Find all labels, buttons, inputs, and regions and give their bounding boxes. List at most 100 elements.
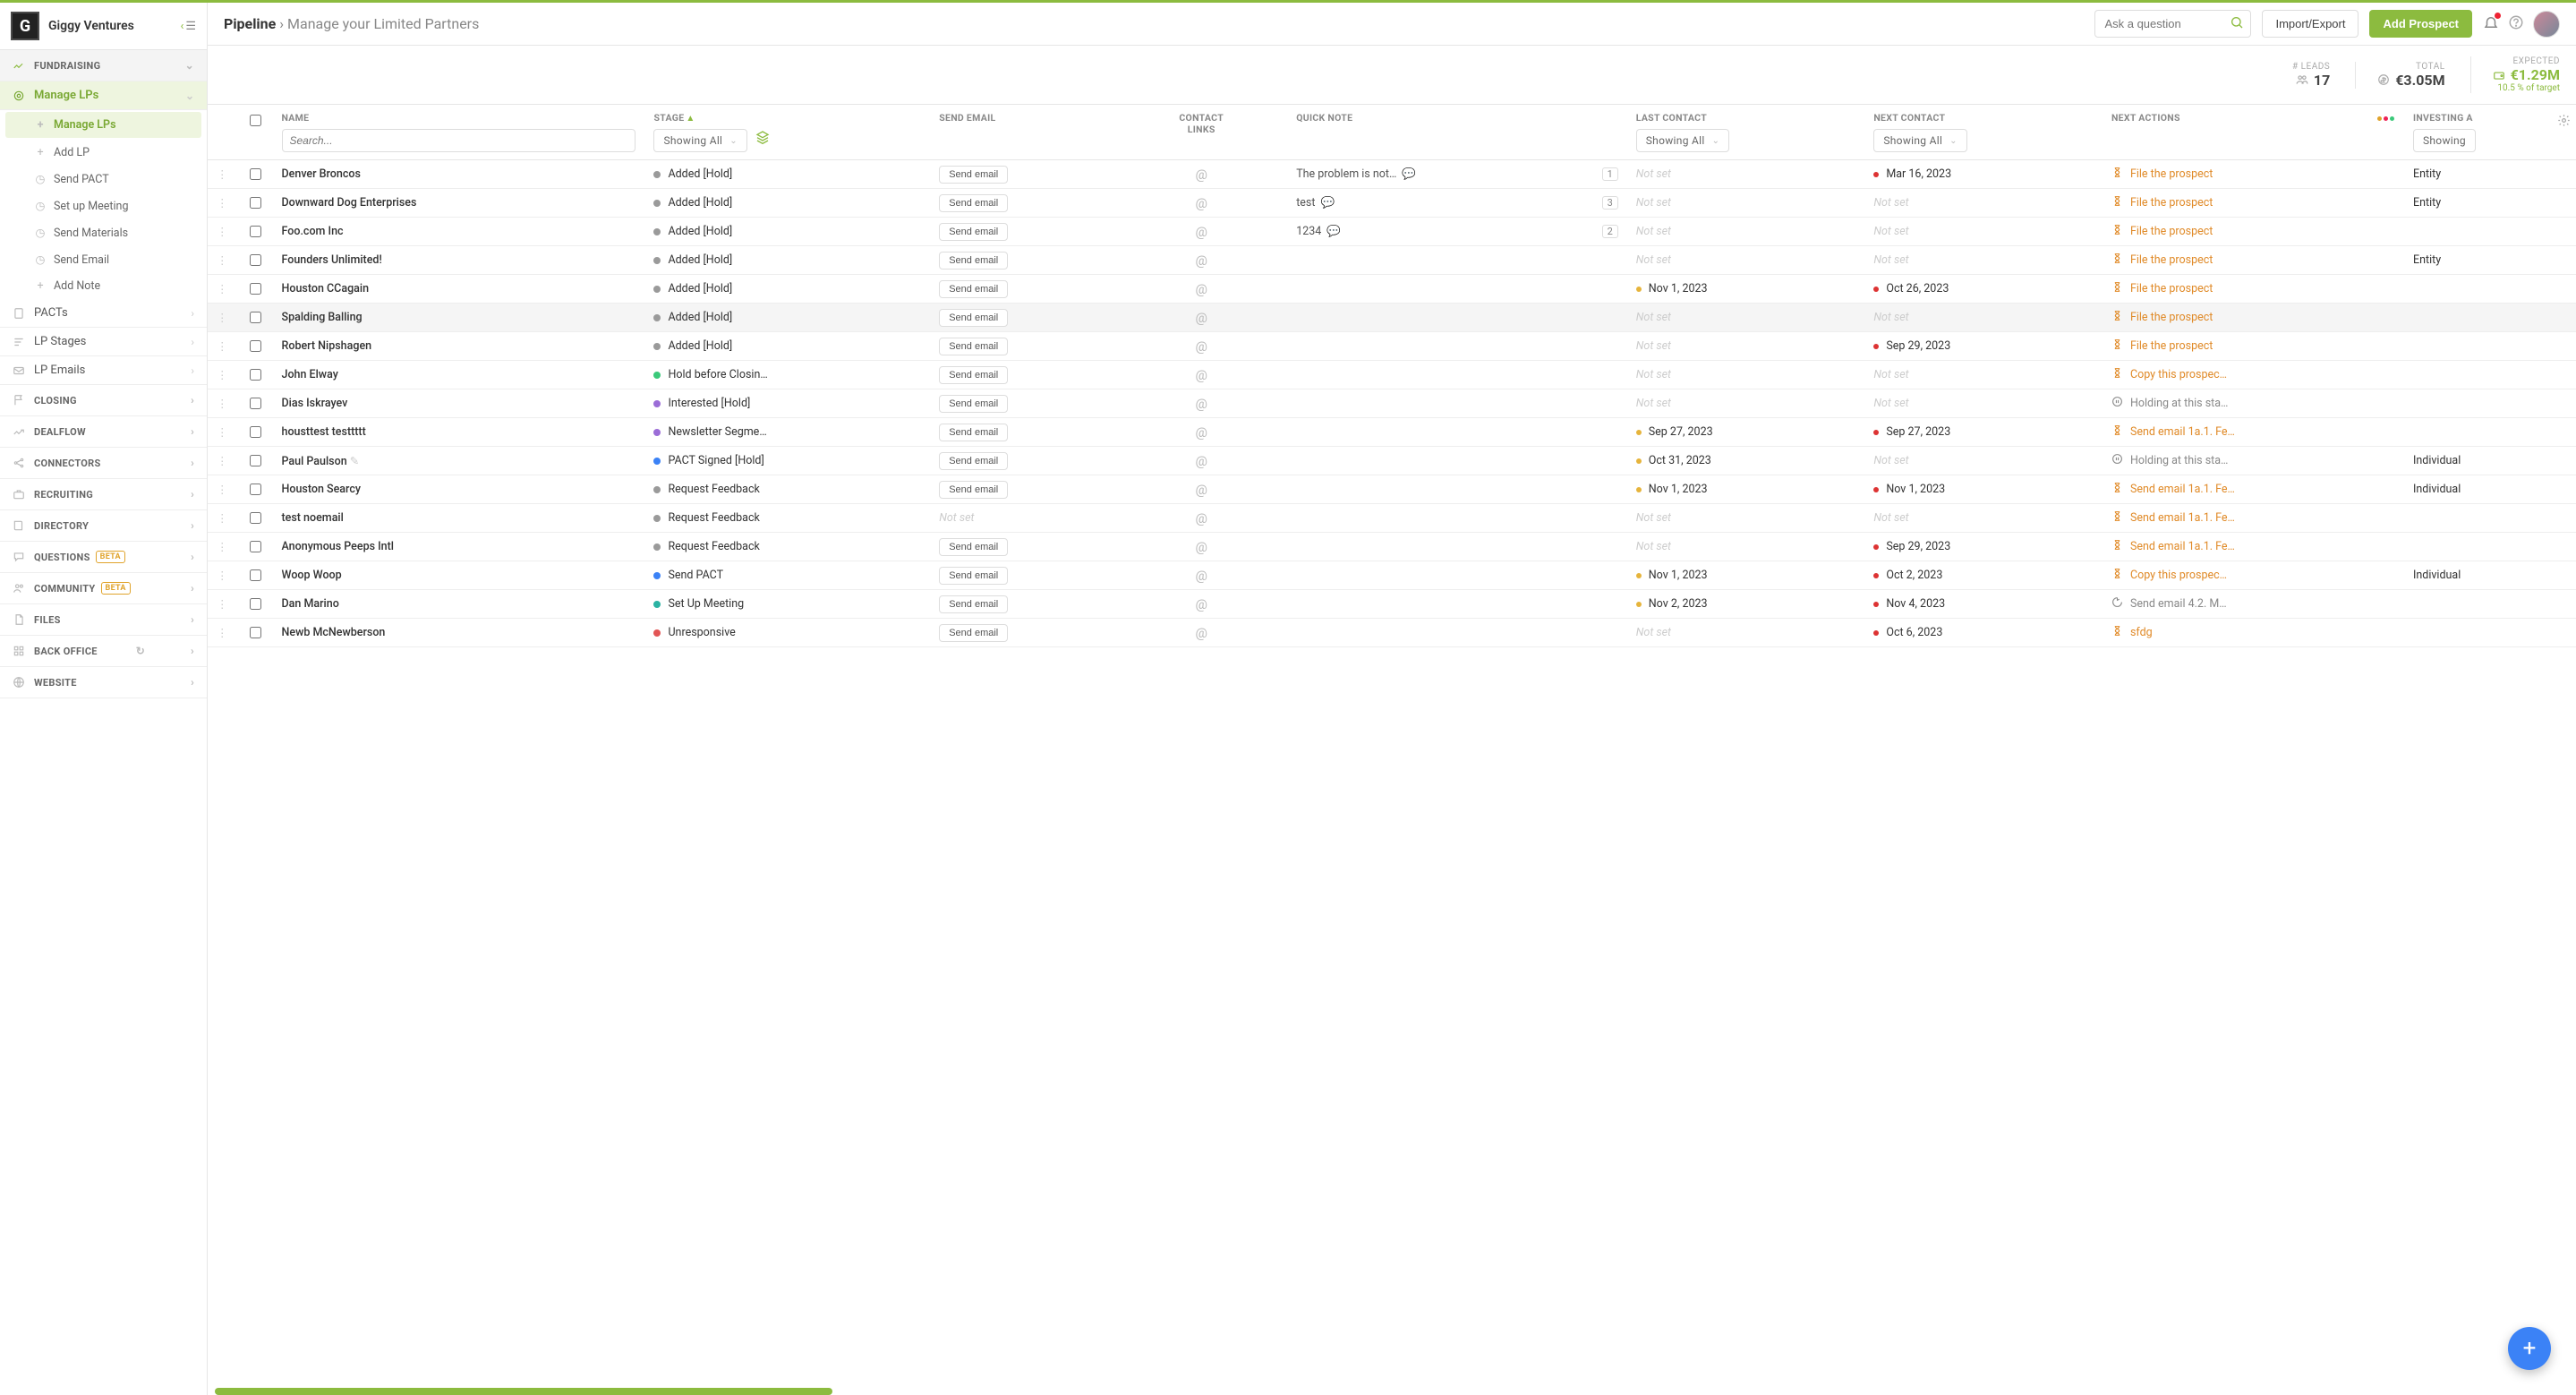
- col-last-contact[interactable]: LAST CONTACT Showing All⌄: [1627, 105, 1865, 160]
- table-row[interactable]: ⋮test noemailRequest FeedbackNot set@Not…: [208, 504, 2576, 533]
- contact-link[interactable]: @: [1115, 275, 1287, 304]
- table-row[interactable]: ⋮Newb McNewbersonUnresponsiveSend email@…: [208, 619, 2576, 647]
- nav-section-recruiting[interactable]: RECRUITING›: [0, 479, 207, 510]
- fab-add-button[interactable]: +: [2508, 1327, 2551, 1370]
- import-export-button[interactable]: Import/Export: [2262, 10, 2358, 38]
- row-checkbox[interactable]: [250, 168, 261, 180]
- next-contact[interactable]: Sep 29, 2023: [1873, 339, 2094, 353]
- last-contact[interactable]: Nov 1, 2023: [1636, 483, 1856, 496]
- breadcrumb-root[interactable]: Pipeline: [224, 15, 276, 32]
- nav-sub-add-note[interactable]: +Add Note: [0, 273, 207, 299]
- row-name[interactable]: housttest testtttt: [282, 425, 366, 439]
- row-name[interactable]: Woop Woop: [282, 569, 342, 582]
- next-action[interactable]: File the prospect: [2111, 338, 2395, 354]
- row-name[interactable]: Denver Broncos: [282, 167, 361, 181]
- contact-link[interactable]: @: [1115, 533, 1287, 561]
- last-contact[interactable]: Nov 2, 2023: [1636, 597, 1856, 611]
- drag-handle[interactable]: ⋮: [208, 561, 237, 590]
- next-contact[interactable]: Oct 6, 2023: [1873, 626, 2094, 639]
- send-email-button[interactable]: Send email: [939, 452, 1008, 470]
- quick-note[interactable]: test💬3: [1296, 196, 1618, 210]
- contact-link[interactable]: @: [1115, 218, 1287, 246]
- send-email-button[interactable]: Send email: [939, 481, 1008, 499]
- row-stage[interactable]: Added [Hold]: [653, 196, 921, 210]
- contact-link[interactable]: @: [1115, 246, 1287, 275]
- horizontal-scrollbar[interactable]: [215, 1388, 832, 1395]
- nav-section-website[interactable]: WEBSITE›: [0, 667, 207, 698]
- row-name[interactable]: Dan Marino: [282, 597, 339, 611]
- row-stage[interactable]: Newsletter Segme…: [653, 425, 921, 439]
- row-checkbox[interactable]: [250, 197, 261, 209]
- contact-link[interactable]: @: [1115, 590, 1287, 619]
- next-contact[interactable]: Sep 27, 2023: [1873, 425, 2094, 439]
- col-name[interactable]: NAME: [273, 105, 645, 160]
- next-action[interactable]: Holding at this sta…: [2111, 396, 2395, 411]
- select-all-checkbox[interactable]: [250, 115, 261, 126]
- nav-sub-add-lp[interactable]: +Add LP: [0, 140, 207, 166]
- row-checkbox[interactable]: [250, 512, 261, 524]
- row-name[interactable]: Newb McNewberson: [282, 626, 386, 639]
- nav-section-dealflow[interactable]: DEALFLOW›: [0, 416, 207, 448]
- next-action[interactable]: Send email 1a.1. Fe…: [2111, 510, 2395, 526]
- row-stage[interactable]: Added [Hold]: [653, 167, 921, 181]
- contact-link[interactable]: @: [1115, 619, 1287, 647]
- nav-sub-manage-lps[interactable]: +Manage LPs: [5, 112, 201, 138]
- next-action[interactable]: File the prospect: [2111, 281, 2395, 296]
- table-settings-button[interactable]: [2557, 114, 2571, 131]
- row-stage[interactable]: Hold before Closin…: [653, 368, 921, 381]
- table-row[interactable]: ⋮Houston CCagainAdded [Hold]Send email@N…: [208, 275, 2576, 304]
- row-checkbox[interactable]: [250, 455, 261, 466]
- row-stage[interactable]: Request Feedback: [653, 511, 921, 525]
- row-name[interactable]: Spalding Balling: [282, 311, 363, 324]
- table-row[interactable]: ⋮Spalding BallingAdded [Hold]Send email@…: [208, 304, 2576, 332]
- brand[interactable]: G Giggy Ventures ‹ ☰: [0, 3, 207, 50]
- nav-section-connectors[interactable]: CONNECTORS›: [0, 448, 207, 479]
- send-email-button[interactable]: Send email: [939, 309, 1008, 327]
- row-name[interactable]: Founders Unlimited!: [282, 253, 382, 267]
- nav-section-back office[interactable]: BACK OFFICE↻›: [0, 636, 207, 667]
- nav-item-lp-stages[interactable]: LP Stages ›: [0, 328, 207, 356]
- nav-section-directory[interactable]: DIRECTORY›: [0, 510, 207, 542]
- refresh-icon[interactable]: ↻: [136, 645, 145, 657]
- last-contact[interactable]: Sep 27, 2023: [1636, 425, 1856, 439]
- nav-item-pacts[interactable]: PACTs ›: [0, 299, 207, 328]
- table-row[interactable]: ⋮John ElwayHold before Closin…Send email…: [208, 361, 2576, 389]
- last-contact[interactable]: Oct 31, 2023: [1636, 454, 1856, 467]
- contact-link[interactable]: @: [1115, 561, 1287, 590]
- send-email-button[interactable]: Send email: [939, 624, 1008, 642]
- row-checkbox[interactable]: [250, 598, 261, 610]
- row-stage[interactable]: Added [Hold]: [653, 282, 921, 295]
- last-contact-filter[interactable]: Showing All⌄: [1636, 129, 1730, 152]
- table-row[interactable]: ⋮Founders Unlimited!Added [Hold]Send ema…: [208, 246, 2576, 275]
- table-row[interactable]: ⋮Denver BroncosAdded [Hold]Send email@Th…: [208, 160, 2576, 189]
- row-checkbox[interactable]: [250, 484, 261, 495]
- send-email-button[interactable]: Send email: [939, 567, 1008, 585]
- next-action[interactable]: Send email 1a.1. Fe…: [2111, 482, 2395, 497]
- drag-handle[interactable]: ⋮: [208, 389, 237, 418]
- drag-handle[interactable]: ⋮: [208, 619, 237, 647]
- row-name[interactable]: Downward Dog Enterprises: [282, 196, 417, 210]
- col-investing[interactable]: INVESTING A Showing: [2404, 105, 2576, 160]
- next-contact[interactable]: Mar 16, 2023: [1873, 167, 2094, 181]
- row-checkbox[interactable]: [250, 369, 261, 381]
- row-name[interactable]: Foo.com Inc: [282, 225, 344, 238]
- sidebar-collapse[interactable]: ‹ ☰: [180, 20, 196, 33]
- next-action[interactable]: Send email 4.2. M…: [2111, 596, 2395, 612]
- col-next-contact[interactable]: NEXT CONTACT Showing All⌄: [1864, 105, 2103, 160]
- row-stage[interactable]: Send PACT: [653, 569, 921, 582]
- next-action[interactable]: File the prospect: [2111, 252, 2395, 268]
- row-checkbox[interactable]: [250, 254, 261, 266]
- table-row[interactable]: ⋮Downward Dog EnterprisesAdded [Hold]Sen…: [208, 189, 2576, 218]
- send-email-button[interactable]: Send email: [939, 194, 1008, 212]
- send-email-button[interactable]: Send email: [939, 166, 1008, 184]
- next-action[interactable]: File the prospect: [2111, 195, 2395, 210]
- table-row[interactable]: ⋮Dan MarinoSet Up MeetingSend email@Nov …: [208, 590, 2576, 619]
- next-action[interactable]: sfdg: [2111, 625, 2395, 640]
- nav-section-files[interactable]: FILES›: [0, 604, 207, 636]
- nav-section-questions[interactable]: QUESTIONSBETA›: [0, 542, 207, 573]
- ask-input[interactable]: [2094, 10, 2251, 38]
- send-email-button[interactable]: Send email: [939, 395, 1008, 413]
- nav-section-community[interactable]: COMMUNITYBETA›: [0, 573, 207, 604]
- table-row[interactable]: ⋮Dias IskrayevInterested [Hold]Send emai…: [208, 389, 2576, 418]
- col-stage[interactable]: STAGE▲ Showing All⌄: [644, 105, 930, 160]
